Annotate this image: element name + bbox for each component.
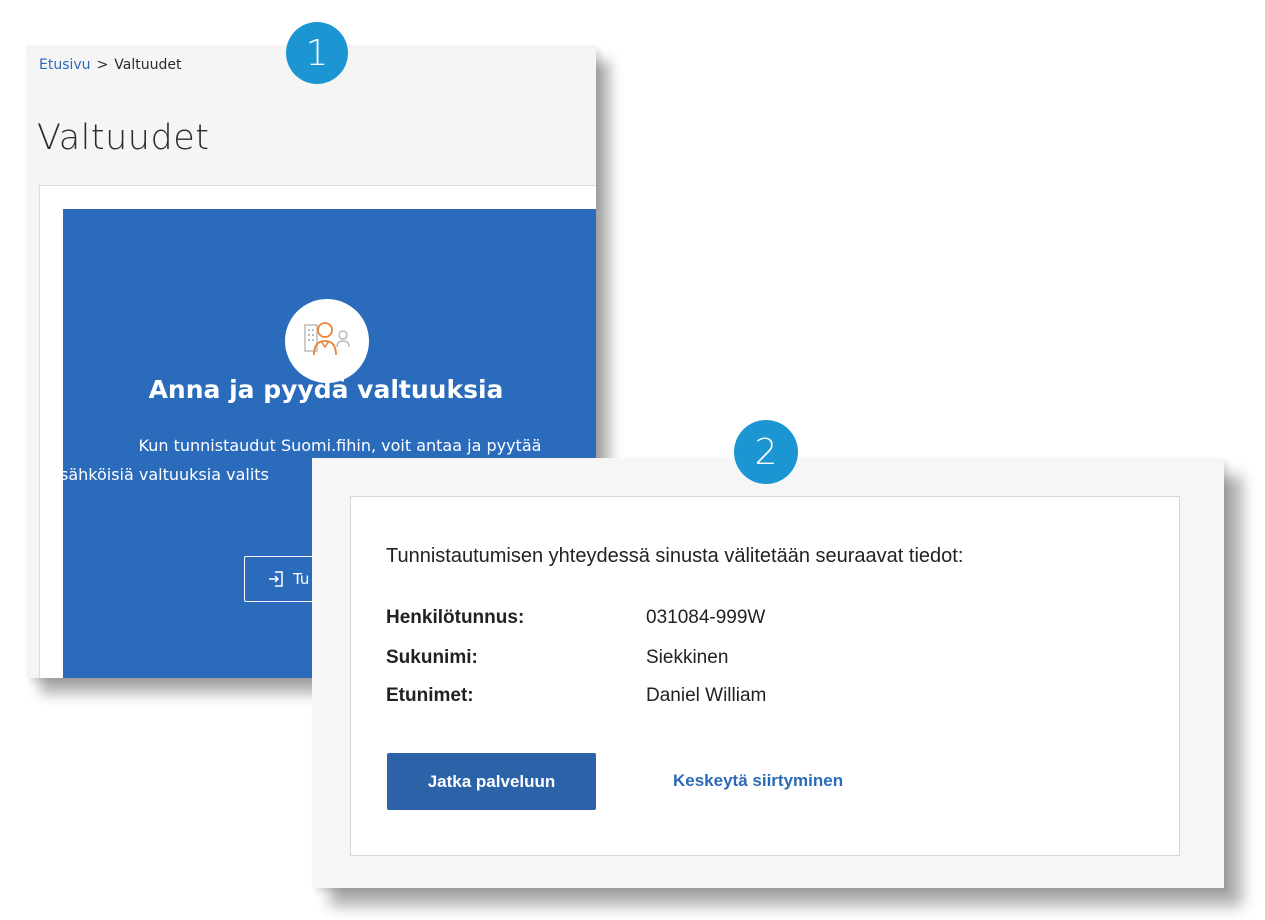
breadcrumb: Etusivu > Valtuudet xyxy=(39,57,181,73)
card-description-line1: Kun tunnistaudut Suomi.fihin, voit antaa… xyxy=(138,436,542,455)
info-row-surname: Sukunimi: Siekkinen xyxy=(386,647,728,669)
breadcrumb-home-link[interactable]: Etusivu xyxy=(39,57,91,73)
continue-to-service-button[interactable]: Jatka palveluun xyxy=(387,753,596,810)
info-row-ssn: Henkilötunnus: 031084-999W xyxy=(386,607,765,629)
login-icon xyxy=(267,570,285,588)
info-label: Sukunimi: xyxy=(386,647,478,668)
info-value: Daniel William xyxy=(646,685,767,706)
breadcrumb-separator: > xyxy=(96,57,109,73)
info-value: 031084-999W xyxy=(646,607,766,628)
info-row-firstnames: Etunimet: Daniel William xyxy=(386,685,766,707)
breadcrumb-current: Valtuudet xyxy=(114,57,182,73)
info-label: Etunimet: xyxy=(386,685,474,706)
info-label: Henkilötunnus: xyxy=(386,607,525,628)
page-title: Valtuudet xyxy=(37,118,210,158)
cancel-transfer-link[interactable]: Keskeytä siirtyminen xyxy=(673,771,843,791)
step-badge-1: 1 xyxy=(286,22,348,84)
person-building-icon xyxy=(285,299,369,383)
info-intro-text: Tunnistautumisen yhteydessä sinusta väli… xyxy=(386,545,964,567)
info-value: Siekkinen xyxy=(646,647,729,668)
login-button-label: Tu xyxy=(293,570,310,588)
identification-info-panel: Tunnistautumisen yhteydessä sinusta väli… xyxy=(312,458,1224,888)
identification-info-card: Tunnistautumisen yhteydessä sinusta väli… xyxy=(350,496,1180,856)
step-badge-2: 2 xyxy=(734,420,798,484)
card-heading: Anna ja pyydä valtuuksia xyxy=(148,375,504,404)
